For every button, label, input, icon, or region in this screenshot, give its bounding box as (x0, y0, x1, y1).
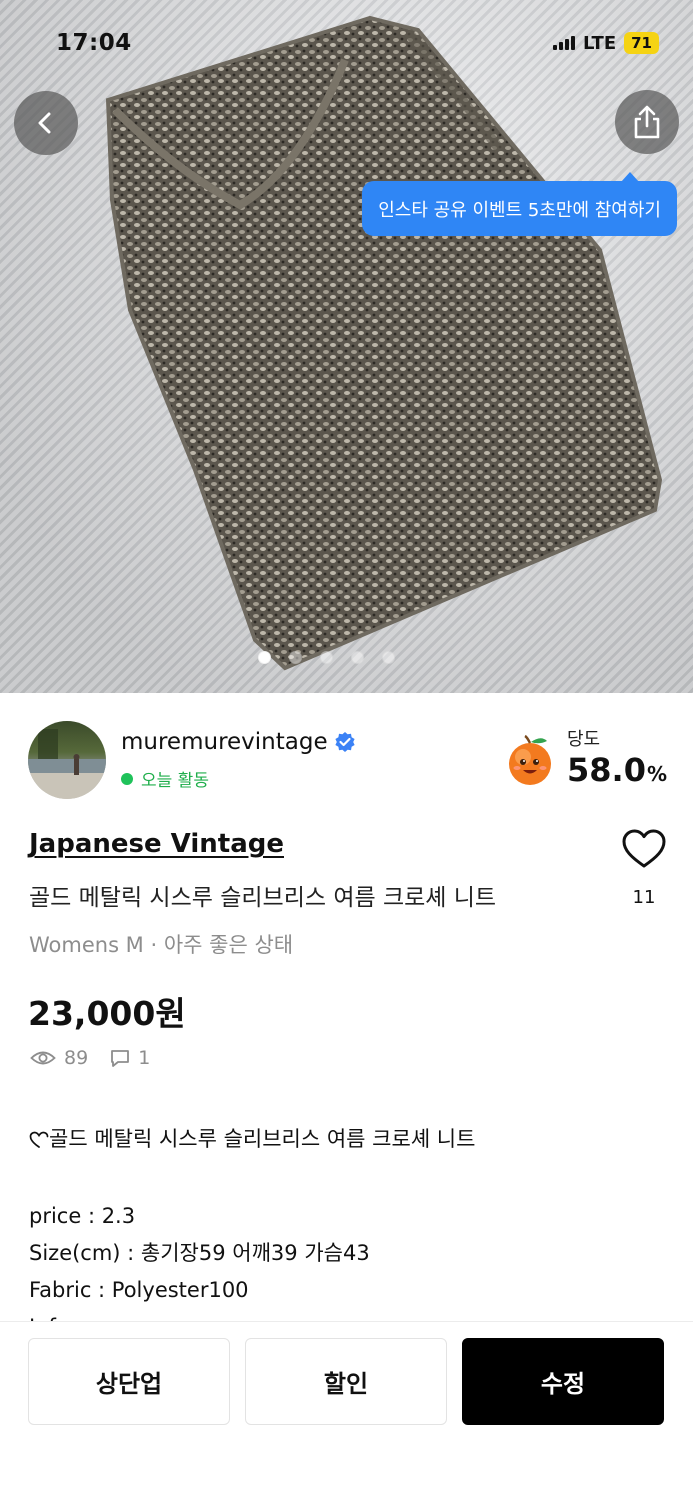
product-stats: 89 1 (30, 1047, 150, 1069)
like-count: 11 (632, 887, 656, 908)
share-icon (634, 105, 660, 139)
sweetness-number: 58.0 (567, 751, 646, 789)
activity-text: 오늘 활동 (141, 771, 209, 791)
battery-level: 71 (624, 32, 659, 54)
product-meta: Womens M · 아주 좋은 상태 (29, 933, 294, 957)
sweetness-label: 당도 (567, 729, 601, 750)
heart-icon[interactable] (621, 827, 667, 873)
seller-name-text: muremurevintage (121, 729, 328, 755)
share-button[interactable] (615, 90, 679, 154)
carousel-dot[interactable] (351, 651, 364, 664)
sweetness-unit: % (646, 762, 667, 786)
back-button[interactable] (14, 91, 78, 155)
product-image-carousel[interactable]: 17:04 LTE 71 인스타 공유 이벤트 5초만에 참여하기 (0, 0, 693, 693)
carousel-dot[interactable] (320, 651, 333, 664)
online-dot-icon (121, 772, 133, 785)
product-title: 골드 메탈릭 시스루 슬리브리스 여름 크로셰 니트 (29, 885, 497, 911)
view-count: 89 (64, 1047, 89, 1069)
carousel-dot[interactable] (382, 651, 395, 664)
heart-outline-icon (29, 1131, 49, 1148)
description-heading-text: 골드 메탈릭 시스루 슬리브리스 여름 크로셰 니트 (49, 1127, 476, 1151)
carousel-dot[interactable] (258, 651, 271, 664)
verified-badge-icon (335, 732, 355, 752)
eye-icon (30, 1051, 56, 1065)
discount-button[interactable]: 할인 (245, 1338, 447, 1425)
chevron-left-icon (38, 112, 51, 134)
description-line: Size(cm) : 총기장59 어깨39 가슴43 (29, 1241, 370, 1265)
peach-face-icon (509, 734, 551, 785)
brand-link[interactable]: Japanese Vintage (29, 829, 284, 859)
description-line: price : 2.3 (29, 1204, 136, 1228)
description-heading: 골드 메탈릭 시스루 슬리브리스 여름 크로셰 니트 (29, 1121, 669, 1158)
activity-status: 오늘 활동 (121, 766, 209, 791)
seller-name[interactable]: muremurevintage (121, 729, 356, 755)
avatar[interactable] (28, 721, 106, 799)
avatar-photo (28, 729, 106, 799)
status-indicators: LTE 71 (553, 32, 659, 54)
product-photo-knit-vest (105, 15, 663, 671)
comment-count: 1 (138, 1047, 151, 1069)
carousel-pagination (0, 651, 693, 664)
bump-button[interactable]: 상단업 (28, 1338, 230, 1425)
signal-icon (553, 36, 576, 50)
sweetness-value: 58.0% (567, 751, 667, 789)
seller-info[interactable]: muremurevintage 오늘 활동 당도 58.0% (28, 721, 668, 801)
product-description: 골드 메탈릭 시스루 슬리브리스 여름 크로셰 니트 price : 2.3 S… (29, 1121, 669, 1321)
carousel-dot[interactable] (289, 651, 302, 664)
insta-share-event-tooltip[interactable]: 인스타 공유 이벤트 5초만에 참여하기 (362, 172, 677, 236)
product-price: 23,000원 (28, 994, 186, 1033)
edit-button[interactable]: 수정 (462, 1338, 664, 1425)
description-line: Fabric : Polyester100 (29, 1278, 249, 1302)
status-time: 17:04 (56, 30, 132, 56)
description-line: Info : (29, 1309, 669, 1321)
comment-icon (111, 1050, 130, 1067)
bottom-action-bar: 상단업 할인 수정 (0, 1321, 693, 1500)
network-label: LTE (583, 32, 617, 54)
